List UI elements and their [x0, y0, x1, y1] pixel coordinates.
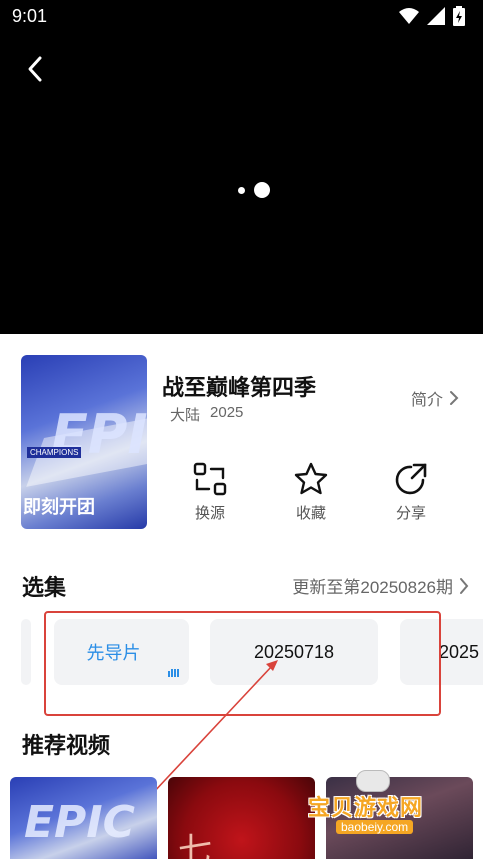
- video-player[interactable]: 9:01: [0, 0, 483, 334]
- episode-item-partial[interactable]: [21, 619, 31, 685]
- show-meta: 大陆 2025: [170, 404, 243, 425]
- recommended-video[interactable]: 七: [168, 777, 315, 859]
- star-icon: [294, 462, 328, 495]
- watermark-title: 宝贝游戏网: [308, 796, 424, 821]
- episode-label: 2025: [439, 641, 480, 662]
- switch-source-label: 换源: [194, 505, 225, 522]
- watermark-logo: 宝贝游戏网 baobeiy.com: [308, 770, 468, 840]
- recommended-art: 七: [178, 831, 212, 859]
- battery-icon: [453, 6, 465, 26]
- watermark-url: baobeiy.com: [336, 820, 414, 834]
- share-icon: [395, 463, 427, 495]
- status-icons: [399, 6, 465, 26]
- back-button[interactable]: [18, 52, 52, 86]
- episodes-update-link[interactable]: 更新至第20250826期: [292, 573, 469, 598]
- wifi-icon: [399, 8, 419, 24]
- status-bar: 9:01: [0, 0, 483, 34]
- poster-subtitle: 即刻开团: [23, 497, 95, 518]
- poster-tag: CHAMPIONS: [27, 447, 82, 458]
- share-label: 分享: [395, 505, 426, 522]
- loading-indicator: [236, 181, 276, 201]
- show-region: 大陆: [170, 407, 201, 424]
- share-button[interactable]: 分享: [381, 460, 441, 523]
- favorite-label: 收藏: [295, 505, 326, 522]
- episodes-title: 选集: [22, 576, 67, 601]
- intro-label: 简介: [410, 392, 443, 409]
- show-title: 战至巅峰第四季: [162, 376, 317, 401]
- intro-link[interactable]: 简介: [411, 386, 459, 410]
- chevron-left-icon: [28, 56, 42, 82]
- gamepad-icon: [356, 770, 390, 792]
- switch-source-button[interactable]: 换源: [180, 460, 240, 523]
- show-year: 2025: [210, 404, 244, 421]
- show-poster[interactable]: EPIC CHAMPIONS 即刻开团: [21, 355, 147, 529]
- chevron-right-icon: [460, 577, 469, 594]
- loading-dot: [254, 182, 270, 198]
- status-time: 9:01: [12, 6, 48, 26]
- chevron-right-icon: [450, 391, 459, 405]
- loading-dot: [238, 187, 245, 194]
- update-text: 更新至第20250826期: [292, 578, 453, 597]
- signal-icon: [427, 7, 445, 25]
- favorite-button[interactable]: 收藏: [281, 460, 341, 523]
- recommended-video[interactable]: EPIC: [10, 777, 157, 859]
- recommended-art: EPIC: [24, 797, 135, 848]
- annotation-box: [44, 611, 441, 716]
- recommended-title: 推荐视频: [22, 734, 111, 759]
- switch-source-icon: [193, 462, 227, 496]
